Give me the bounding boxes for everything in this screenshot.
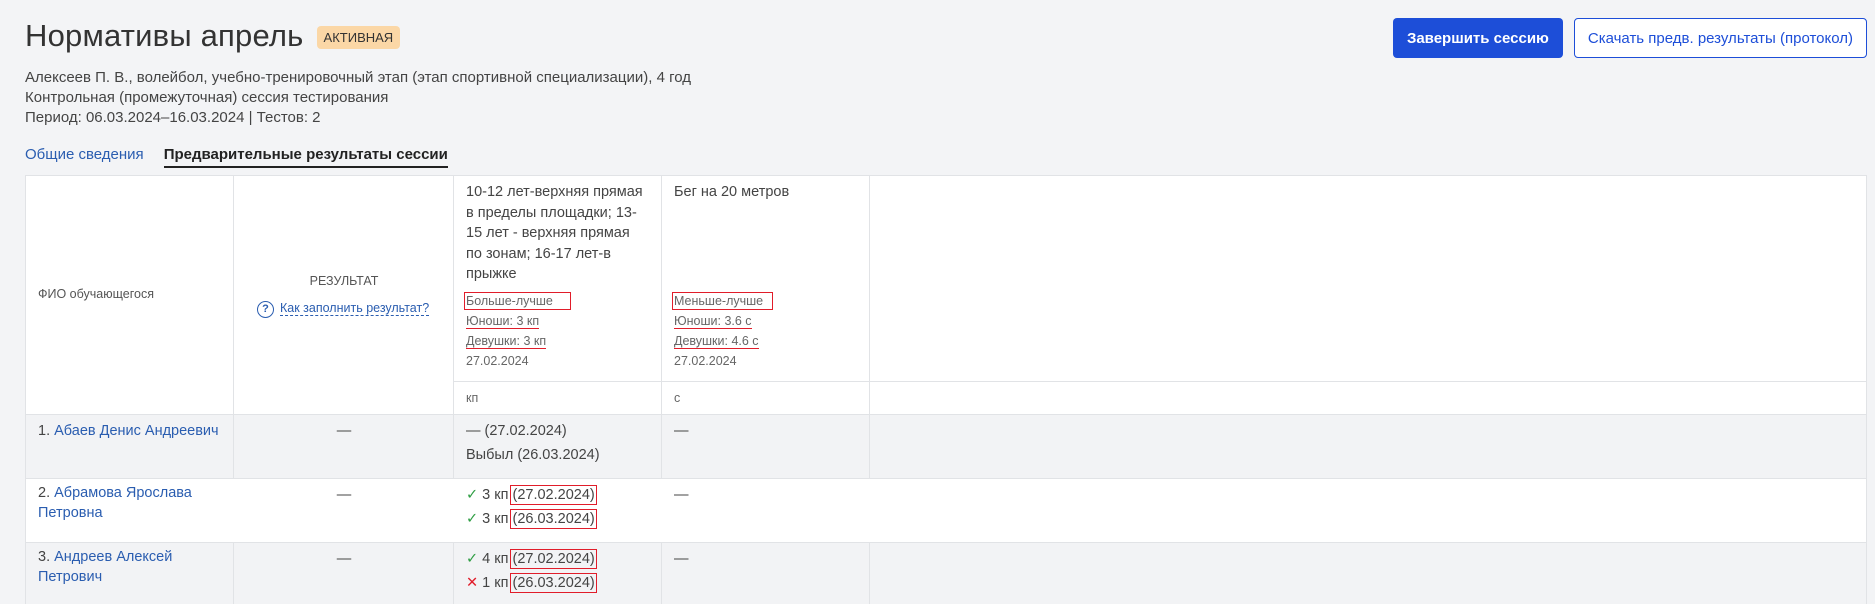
page-header: Нормативы апрель АКТИВНАЯ Завершить сесс…	[25, 18, 1867, 128]
download-protocol-button[interactable]: Скачать предв. результаты (протокол)	[1573, 18, 1867, 58]
row-3-result: —	[336, 551, 352, 567]
student-link[interactable]: Абаев Денис Андреевич	[54, 423, 218, 439]
how-to-fill-link[interactable]: ? Как заполнить результат?	[257, 296, 430, 320]
check-icon: ✓	[466, 511, 479, 527]
check-icon: ✓	[466, 487, 479, 503]
row-1-result: —	[336, 423, 352, 439]
test-1-norms: Больше-лучше Юноши: 3 кп Девушки: 3 кп 2…	[464, 291, 571, 371]
row-3-student: 3. Андреев Алексей Петрович	[38, 549, 173, 585]
row-3-test-1: ✓ 4 кп (27.02.2024) ✕ 1 кп (26.03.2024)	[466, 549, 597, 593]
row-3-test-2: —	[674, 551, 689, 567]
meta-period: Период: 06.03.2024–16.03.2024 | Тестов: …	[25, 109, 321, 126]
test-2-girls-norm: Девушки: 4.6 с	[674, 334, 759, 349]
test-1-girls-norm: Девушки: 3 кп	[466, 334, 547, 349]
row-1-test-2: —	[674, 423, 689, 439]
row-2-test-1: ✓ 3 кп (27.02.2024) ✓ 3 кп (26.03.2024)	[466, 485, 597, 529]
test-2-rule: Меньше-лучше	[671, 292, 774, 310]
question-circle-icon: ?	[257, 301, 274, 318]
test-2-boys-norm: Юноши: 3.6 с	[674, 314, 752, 329]
test-2-title: Бег на 20 метров	[674, 184, 790, 200]
status-badge: АКТИВНАЯ	[316, 26, 401, 49]
test-1-unit: кп	[466, 391, 479, 405]
student-link[interactable]: Андреев Алексей	[54, 549, 172, 565]
row-1-student: 1. Абаев Денис Андреевич	[38, 423, 219, 439]
row-1-test-1: — (27.02.2024) Выбыл (26.03.2024)	[466, 423, 600, 463]
header-actions: Завершить сессию Скачать предв. результа…	[1392, 18, 1867, 58]
tabs: Общие сведения Предварительные результат…	[25, 146, 448, 168]
results-table: ФИО обучающегося РЕЗУЛЬТАТ ? Как заполнит…	[25, 175, 1867, 604]
row-2-result: —	[336, 487, 352, 503]
finish-session-button[interactable]: Завершить сессию	[1392, 18, 1563, 58]
header-result: РЕЗУЛЬТАТ	[309, 274, 379, 288]
test-1-boys-norm: Юноши: 3 кп	[466, 314, 540, 329]
page-title: Нормативы апрель	[25, 18, 304, 53]
row-2-student: 2. Абрамова Ярослава Петровна	[38, 485, 192, 521]
row-2-test-2: —	[674, 487, 689, 503]
test-1-title: 10-12 лет-верхняя прямая в пределы площа…	[466, 184, 643, 282]
test-2-date: 27.02.2024	[674, 354, 737, 368]
cross-icon: ✕	[466, 575, 479, 591]
how-to-fill-label: Как заполнить результат?	[280, 301, 430, 316]
test-1-date: 27.02.2024	[466, 354, 529, 368]
tab-preliminary-results[interactable]: Предварительные результаты сессии	[163, 146, 448, 168]
student-link[interactable]: Абрамова Ярослава	[54, 485, 192, 501]
test-2-unit: с	[674, 391, 681, 405]
test-1-rule: Больше-лучше	[464, 292, 571, 310]
meta-session-type: Контрольная (промежуточная) сессия тести…	[25, 89, 389, 106]
header-name: ФИО обучающегося	[38, 287, 154, 301]
units-divider	[454, 381, 1866, 382]
session-meta: Алексеев П. В., волейбол, учебно-трениро…	[25, 68, 1867, 128]
tab-general-info[interactable]: Общие сведения	[25, 146, 144, 168]
meta-athlete-group: Алексеев П. В., волейбол, учебно-трениро…	[25, 69, 691, 86]
check-icon: ✓	[466, 551, 479, 567]
test-2-norms: Меньше-лучше Юноши: 3.6 с Девушки: 4.6 с…	[671, 291, 774, 371]
